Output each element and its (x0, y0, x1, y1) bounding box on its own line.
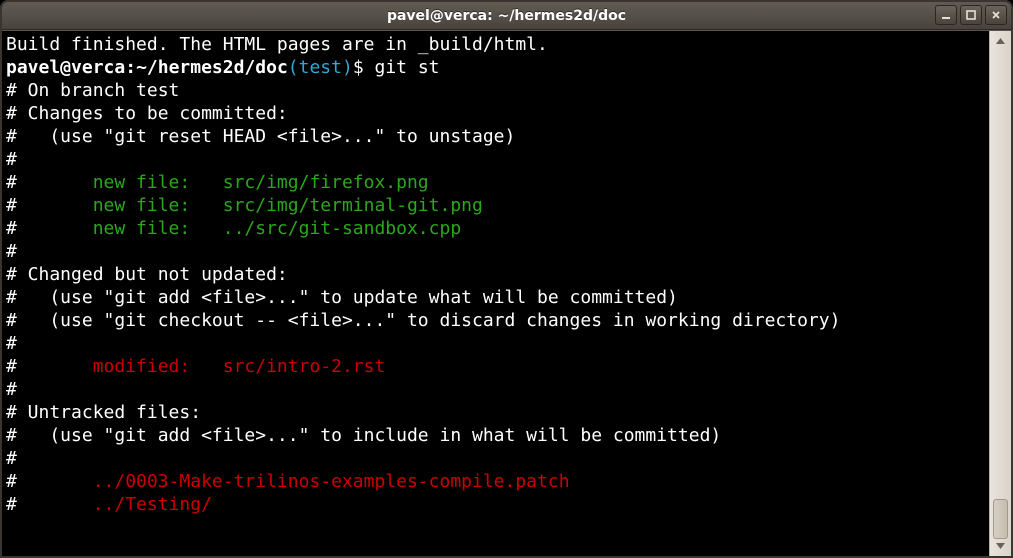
untracked-file: ../0003-Make-trilinos-examples-compile.p… (93, 471, 570, 492)
maximize-button[interactable] (960, 5, 982, 25)
staged-file: new file: src/img/terminal-git.png (93, 195, 483, 216)
output-line: # Changes to be committed: (6, 103, 288, 124)
minimize-icon (941, 10, 951, 20)
scroll-thumb[interactable] (993, 499, 1008, 539)
scroll-down-button[interactable] (990, 536, 1011, 556)
terminal[interactable]: Build finished. The HTML pages are in _b… (2, 31, 989, 556)
window-controls (935, 5, 1007, 25)
minimize-button[interactable] (935, 5, 957, 25)
output-prefix: # (6, 471, 93, 492)
prompt-path: ~/hermes2d/doc (136, 57, 288, 78)
client-area: Build finished. The HTML pages are in _b… (2, 30, 1011, 556)
output-line: # Changed but not updated: (6, 264, 288, 285)
staged-file: new file: ../src/git-sandbox.cpp (93, 218, 461, 239)
staged-file: new file: src/img/firefox.png (93, 172, 429, 193)
chevron-up-icon (996, 38, 1005, 44)
output-line: # (use "git checkout -- <file>..." to di… (6, 310, 840, 331)
prompt-command: git st (375, 57, 440, 78)
close-button[interactable] (985, 5, 1007, 25)
output-line: # (use "git add <file>..." to include in… (6, 425, 721, 446)
prompt-colon: : (125, 57, 136, 78)
output-line: # Untracked files: (6, 402, 201, 423)
output-line: # (6, 149, 17, 170)
modified-file: modified: src/intro-2.rst (93, 356, 386, 377)
output-line: # On branch test (6, 80, 179, 101)
untracked-file: ../Testing/ (93, 494, 212, 515)
scroll-up-button[interactable] (990, 31, 1011, 51)
output-line: # (6, 241, 17, 262)
chevron-down-icon (996, 543, 1005, 549)
output-line: # (6, 448, 17, 469)
output-prefix: # (6, 195, 93, 216)
output-prefix: # (6, 494, 93, 515)
output-prefix: # (6, 172, 93, 193)
prompt-user-host: pavel@verca (6, 57, 125, 78)
prompt-branch: (test) (288, 57, 353, 78)
terminal-window: pavel@verca: ~/hermes2d/doc Build finish… (0, 0, 1013, 558)
output-line: Build finished. The HTML pages are in _b… (6, 34, 548, 55)
prompt-sigil: $ (353, 57, 364, 78)
titlebar[interactable]: pavel@verca: ~/hermes2d/doc (2, 2, 1011, 30)
output-line: # (6, 379, 17, 400)
close-icon (991, 10, 1001, 20)
output-line: # (use "git reset HEAD <file>..." to uns… (6, 126, 515, 147)
scrollbar[interactable] (989, 31, 1011, 556)
maximize-icon (966, 10, 976, 20)
output-prefix: # (6, 356, 93, 377)
output-line: # (6, 333, 17, 354)
output-line: # (use "git add <file>..." to update wha… (6, 287, 678, 308)
window-title: pavel@verca: ~/hermes2d/doc (387, 8, 626, 24)
output-prefix: # (6, 218, 93, 239)
